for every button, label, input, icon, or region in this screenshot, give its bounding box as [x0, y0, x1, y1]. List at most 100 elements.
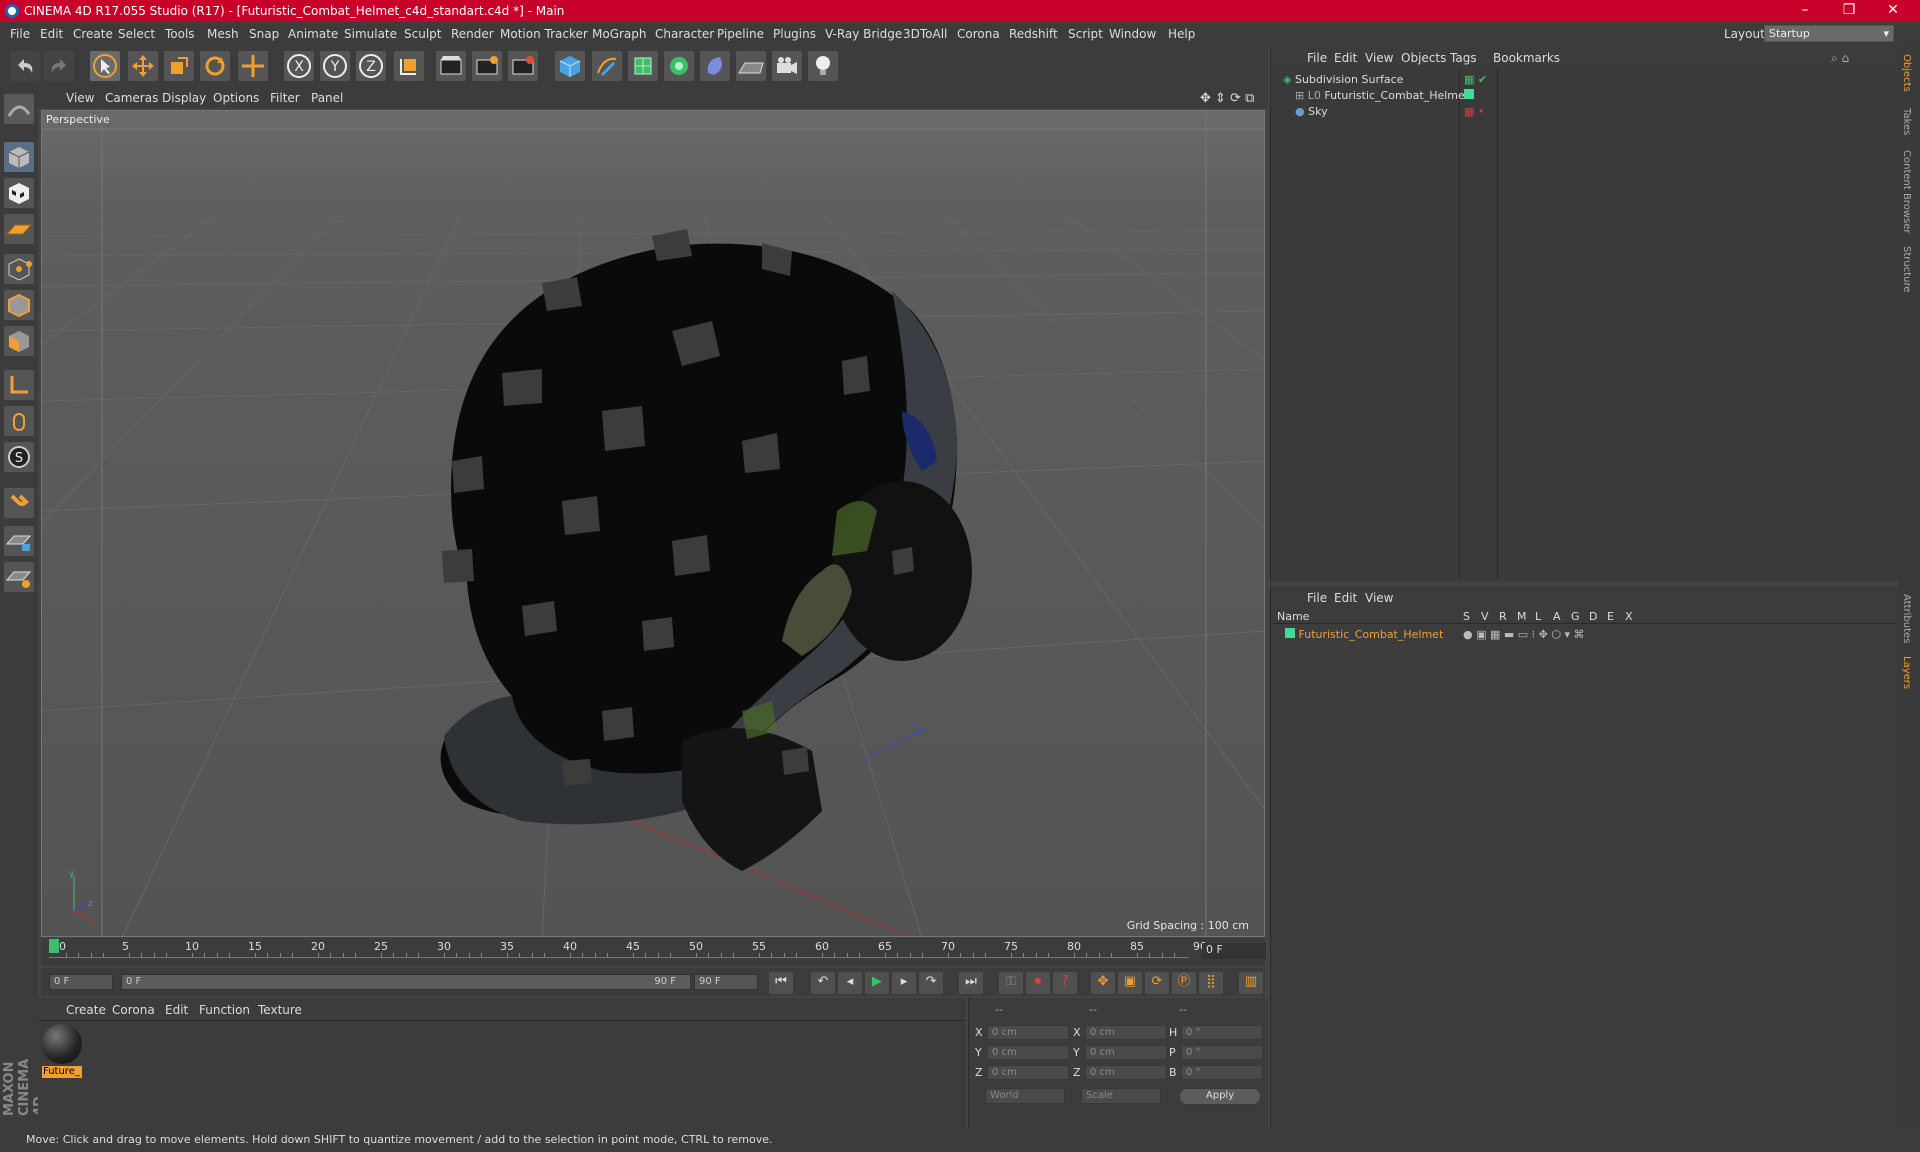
vp-menu-options[interactable]: Options	[213, 91, 259, 105]
move-tool-icon[interactable]	[128, 51, 158, 81]
rotate-tool-icon[interactable]	[200, 51, 230, 81]
mograph-cloner-icon[interactable]	[664, 51, 694, 81]
mat-menu-edit[interactable]: Edit	[165, 1003, 188, 1017]
obj-menu-bookmarks[interactable]: Bookmarks	[1493, 51, 1560, 65]
menu-select[interactable]: Select	[118, 27, 155, 41]
scale-dropdown[interactable]: Scale	[1081, 1088, 1161, 1104]
key-pla-icon[interactable]: ⣿	[1199, 972, 1223, 994]
play-icon[interactable]: ▶	[865, 972, 889, 994]
model-mode-icon[interactable]	[4, 142, 34, 172]
rotation-h-field[interactable]: 0 °	[1181, 1025, 1263, 1040]
layer-toggle-icons[interactable]: ● ▣ ▦ ▬ ▭ ⁝ ✥ ⬡ ▾ ⌘	[1463, 628, 1584, 641]
size-z-field[interactable]: 0 cm	[1085, 1065, 1167, 1080]
close-icon[interactable]: ✕	[1878, 2, 1908, 18]
visibility-check-icon[interactable]: ▦ ✔	[1464, 73, 1487, 86]
menu-mesh[interactable]: Mesh	[207, 27, 239, 41]
polygons-mode-icon[interactable]	[4, 326, 34, 356]
spline-pen-icon[interactable]	[592, 51, 622, 81]
z-axis-icon[interactable]: Z	[356, 51, 386, 81]
tab-takes[interactable]: Takes	[1901, 108, 1912, 135]
points-mode-icon[interactable]	[4, 254, 34, 284]
edges-mode-icon[interactable]	[4, 290, 34, 320]
magnet-icon[interactable]	[4, 488, 34, 518]
camera-icon[interactable]	[772, 51, 802, 81]
cube-primitive-icon[interactable]	[555, 51, 585, 81]
vp-menu-cameras[interactable]: Cameras	[105, 91, 158, 105]
live-move-icon[interactable]	[238, 51, 268, 81]
key-parameter-icon[interactable]: Ⓟ	[1172, 972, 1196, 994]
light-bulb-icon[interactable]	[808, 51, 838, 81]
autokey-icon[interactable]: ⏺	[1026, 972, 1050, 994]
tab-structure[interactable]: Structure	[1901, 246, 1912, 293]
menu-simulate[interactable]: Simulate	[344, 27, 397, 41]
mat-menu-create[interactable]: Create	[66, 1003, 106, 1017]
menu-vray-bridge[interactable]: V-Ray Bridge	[825, 27, 902, 41]
subdivision-surface-icon[interactable]	[628, 51, 658, 81]
workplane-icon[interactable]	[4, 214, 34, 244]
frame-range-slider[interactable]: 0 F 90 F	[121, 974, 691, 990]
layer-menu-view[interactable]: View	[1365, 591, 1393, 605]
render-view-icon[interactable]	[436, 51, 466, 81]
layer-menu-file[interactable]: File	[1307, 591, 1327, 605]
menu-redshift[interactable]: Redshift	[1009, 27, 1058, 41]
keyframe-help-icon[interactable]: ?	[1053, 972, 1077, 994]
vp-menu-display[interactable]: Display	[162, 91, 206, 105]
obj-menu-file[interactable]: File	[1307, 51, 1327, 65]
y-axis-icon[interactable]: Y	[320, 51, 350, 81]
x-axis-icon[interactable]: X	[284, 51, 314, 81]
sculpt-brush-icon[interactable]	[4, 94, 34, 124]
menu-animate[interactable]: Animate	[288, 27, 338, 41]
menu-render[interactable]: Render	[451, 27, 494, 41]
texture-mode-icon[interactable]	[4, 178, 34, 208]
undo-icon[interactable]	[10, 51, 40, 81]
workplane-lock-icon[interactable]	[4, 526, 34, 556]
world-dropdown[interactable]: World	[985, 1088, 1065, 1104]
obj-menu-tags[interactable]: Tags	[1450, 51, 1477, 65]
render-settings-icon[interactable]	[508, 51, 538, 81]
mat-menu-corona[interactable]: Corona	[112, 1003, 155, 1017]
next-key-icon[interactable]: ↷	[919, 972, 943, 994]
scale-tool-icon[interactable]	[164, 51, 194, 81]
mat-menu-function[interactable]: Function	[199, 1003, 250, 1017]
start-frame-field[interactable]: 0 F	[49, 974, 113, 990]
obj-search-icon[interactable]: ⌕ ⌂	[1831, 51, 1849, 66]
tweak-mode-icon[interactable]	[4, 406, 34, 436]
goto-start-icon[interactable]: ⏮	[769, 972, 793, 994]
menu-character[interactable]: Character	[655, 27, 714, 41]
tab-objects[interactable]: Objects	[1901, 54, 1912, 92]
layer-color-swatch[interactable]	[1464, 89, 1474, 99]
size-y-field[interactable]: 0 cm	[1085, 1045, 1167, 1060]
position-x-field[interactable]: 0 cm	[987, 1025, 1069, 1040]
menu-window[interactable]: Window	[1109, 27, 1156, 41]
rotation-p-field[interactable]: 0 °	[1181, 1045, 1263, 1060]
obj-menu-edit[interactable]: Edit	[1334, 51, 1357, 65]
redo-icon[interactable]	[44, 51, 74, 81]
viewport-nav-icons[interactable]: ✥ ⇕ ⟳ ⧉	[1200, 91, 1254, 106]
sky-tag-icon[interactable]: ▦ •	[1464, 105, 1484, 118]
rotation-b-field[interactable]: 0 °	[1181, 1065, 1263, 1080]
timeline-window-icon[interactable]: ▥	[1239, 972, 1263, 994]
key-position-icon[interactable]: ✥	[1091, 972, 1115, 994]
record-keys-icon[interactable]: ⚿	[999, 972, 1023, 994]
minimize-icon[interactable]: –	[1790, 2, 1820, 18]
menu-file[interactable]: File	[10, 27, 30, 41]
apply-button[interactable]: Apply	[1179, 1088, 1261, 1105]
vp-menu-panel[interactable]: Panel	[311, 91, 343, 105]
layer-row-helmet[interactable]: Futuristic_Combat_Helmet	[1285, 628, 1443, 641]
menu-plugins[interactable]: Plugins	[773, 27, 816, 41]
vp-menu-filter[interactable]: Filter	[270, 91, 300, 105]
position-y-field[interactable]: 0 cm	[987, 1045, 1069, 1060]
mat-menu-texture[interactable]: Texture	[258, 1003, 302, 1017]
menu-motion-tracker[interactable]: Motion Tracker	[500, 27, 588, 41]
prev-key-icon[interactable]: ↶	[811, 972, 835, 994]
menu-tools[interactable]: Tools	[165, 27, 195, 41]
snapping-icon[interactable]: S	[4, 442, 34, 472]
tab-content-browser[interactable]: Content Browser	[1901, 150, 1912, 233]
menu-snap[interactable]: Snap	[249, 27, 279, 41]
menu-3dtoall[interactable]: 3DToAll	[903, 27, 947, 41]
tab-attributes[interactable]: Attributes	[1901, 594, 1912, 643]
deformer-icon[interactable]	[700, 51, 730, 81]
playhead[interactable]	[49, 939, 59, 953]
menu-script[interactable]: Script	[1068, 27, 1103, 41]
menu-corona[interactable]: Corona	[957, 27, 1000, 41]
